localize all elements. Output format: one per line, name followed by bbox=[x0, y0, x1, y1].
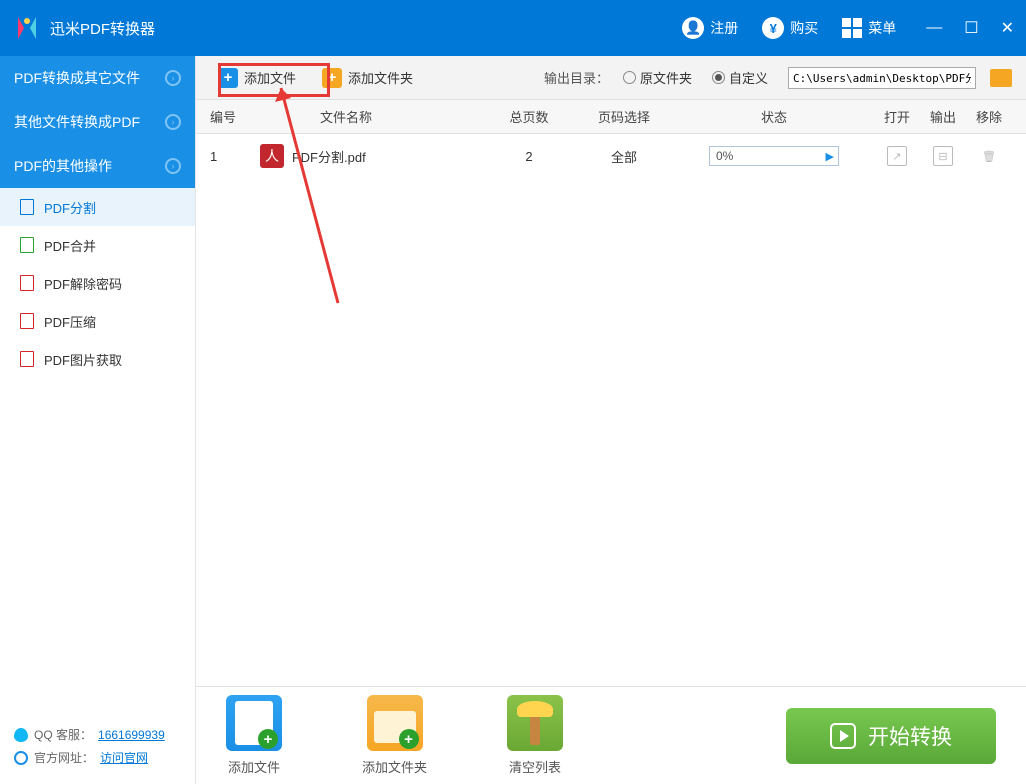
pdf-icon bbox=[20, 199, 34, 215]
radio-icon bbox=[623, 71, 636, 84]
qq-label: QQ 客服： bbox=[34, 726, 92, 743]
col-head-pages: 总页数 bbox=[484, 107, 574, 126]
radio-original-folder[interactable]: 原文件夹 bbox=[623, 68, 692, 87]
qq-icon bbox=[14, 728, 28, 742]
col-head-range: 页码选择 bbox=[574, 107, 674, 126]
col-head-open: 打开 bbox=[874, 107, 920, 126]
col-head-del: 移除 bbox=[966, 107, 1012, 126]
radio-custom-folder[interactable]: 自定义 bbox=[712, 68, 768, 87]
radio-label: 自定义 bbox=[729, 68, 768, 87]
register-label: 注册 bbox=[710, 18, 738, 38]
output-dir-label: 输出目录： bbox=[544, 68, 609, 87]
qq-number-link[interactable]: 1661699939 bbox=[98, 728, 165, 742]
toolbar: + 添加文件 + 添加文件夹 输出目录： 原文件夹 自定义 bbox=[196, 56, 1026, 100]
minimize-button[interactable]: — bbox=[926, 19, 942, 37]
browser-icon bbox=[14, 751, 28, 765]
add-folder-label: 添加文件夹 bbox=[348, 68, 413, 87]
titlebar: 迅米PDF转换器 👤 注册 ¥ 购买 菜单 — ☐ ✕ bbox=[0, 0, 1026, 56]
sidebar-category-other-ops[interactable]: PDF的其他操作 › bbox=[0, 144, 195, 188]
sidebar-item-label: PDF合并 bbox=[44, 236, 96, 255]
broom-icon bbox=[507, 695, 563, 751]
sidebar-item-extract-images[interactable]: PDF图片获取 bbox=[0, 340, 195, 378]
progress-text: 0% bbox=[710, 149, 733, 163]
pdf-icon bbox=[20, 313, 34, 329]
pdf-icon bbox=[20, 351, 34, 367]
category-label: PDF的其他操作 bbox=[14, 156, 112, 176]
table-header: 编号 文件名称 总页数 页码选择 状态 打开 输出 移除 bbox=[196, 100, 1026, 134]
site-label: 官方网址： bbox=[34, 749, 94, 766]
col-head-status: 状态 bbox=[674, 107, 874, 126]
col-head-num: 编号 bbox=[210, 107, 250, 126]
big-btn-label: 添加文件 bbox=[228, 757, 280, 776]
bottom-clear-button[interactable]: 清空列表 bbox=[507, 695, 563, 776]
sidebar: PDF转换成其它文件 › 其他文件转换成PDF › PDF的其他操作 › PDF… bbox=[0, 56, 196, 784]
big-btn-label: 清空列表 bbox=[509, 757, 561, 776]
pdf-icon bbox=[20, 275, 34, 291]
progress-bar[interactable]: 0% ▶ bbox=[709, 146, 839, 166]
buy-label: 购买 bbox=[790, 18, 818, 38]
yen-icon: ¥ bbox=[762, 17, 784, 39]
register-button[interactable]: 👤 注册 bbox=[670, 0, 750, 56]
browse-folder-button[interactable] bbox=[990, 69, 1012, 87]
sidebar-category-convert-from[interactable]: 其他文件转换成PDF › bbox=[0, 100, 195, 144]
big-btn-label: 添加文件夹 bbox=[362, 757, 427, 776]
bottom-add-folder-button[interactable]: 添加文件夹 bbox=[362, 695, 427, 776]
row-range[interactable]: 全部 bbox=[574, 147, 674, 166]
pdf-icon bbox=[20, 237, 34, 253]
delete-button[interactable]: 🗑 bbox=[979, 146, 999, 166]
category-label: PDF转换成其它文件 bbox=[14, 68, 140, 88]
sidebar-item-label: PDF压缩 bbox=[44, 312, 96, 331]
row-pages: 2 bbox=[484, 149, 574, 164]
user-icon: 👤 bbox=[682, 17, 704, 39]
open-button[interactable]: ↗ bbox=[887, 146, 907, 166]
row-num: 1 bbox=[210, 149, 250, 164]
start-convert-button[interactable]: 开始转换 bbox=[786, 708, 996, 764]
add-file-button[interactable]: + 添加文件 bbox=[210, 64, 304, 92]
play-icon: ▶ bbox=[820, 150, 834, 163]
main-area: + 添加文件 + 添加文件夹 输出目录： 原文件夹 自定义 编号 文件名称 bbox=[196, 56, 1026, 784]
bottom-bar: 添加文件 添加文件夹 清空列表 开始转换 bbox=[196, 686, 1026, 784]
plus-icon: + bbox=[218, 68, 238, 88]
menu-button[interactable]: 菜单 bbox=[830, 0, 908, 56]
add-file-label: 添加文件 bbox=[244, 68, 296, 87]
official-site-link[interactable]: 访问官网 bbox=[100, 749, 148, 766]
category-label: 其他文件转换成PDF bbox=[14, 112, 140, 132]
radio-icon bbox=[712, 71, 725, 84]
window-controls: — ☐ ✕ bbox=[926, 18, 1014, 38]
output-button[interactable]: ⊟ bbox=[933, 146, 953, 166]
buy-button[interactable]: ¥ 购买 bbox=[750, 0, 830, 56]
sidebar-item-label: PDF图片获取 bbox=[44, 350, 122, 369]
chevron-right-icon: › bbox=[165, 158, 181, 174]
chevron-right-icon: › bbox=[165, 70, 181, 86]
sidebar-item-compress[interactable]: PDF压缩 bbox=[0, 302, 195, 340]
sidebar-item-unlock[interactable]: PDF解除密码 bbox=[0, 264, 195, 302]
add-folder-button[interactable]: + 添加文件夹 bbox=[314, 64, 421, 92]
sidebar-item-split[interactable]: PDF分割 bbox=[0, 188, 195, 226]
pdf-file-icon bbox=[260, 144, 284, 168]
table-row[interactable]: 1 PDF分割.pdf 2 全部 0% ▶ ↗ ⊟ 🗑 bbox=[196, 134, 1026, 178]
start-label: 开始转换 bbox=[868, 721, 952, 751]
radio-label: 原文件夹 bbox=[640, 68, 692, 87]
sidebar-item-label: PDF分割 bbox=[44, 198, 96, 217]
maximize-button[interactable]: ☐ bbox=[964, 18, 978, 38]
app-title: 迅米PDF转换器 bbox=[50, 18, 670, 39]
sidebar-footer: QQ 客服： 1661699939 官方网址： 访问官网 bbox=[0, 714, 195, 784]
file-name: PDF分割.pdf bbox=[292, 147, 366, 166]
sidebar-item-merge[interactable]: PDF合并 bbox=[0, 226, 195, 264]
app-logo bbox=[12, 13, 42, 43]
col-head-name: 文件名称 bbox=[250, 107, 484, 126]
sidebar-category-convert-to[interactable]: PDF转换成其它文件 › bbox=[0, 56, 195, 100]
add-file-icon bbox=[226, 695, 282, 751]
col-head-out: 输出 bbox=[920, 107, 966, 126]
play-icon bbox=[830, 723, 856, 749]
sidebar-item-label: PDF解除密码 bbox=[44, 274, 122, 293]
close-button[interactable]: ✕ bbox=[1001, 18, 1014, 38]
output-path-input[interactable] bbox=[788, 67, 976, 89]
chevron-right-icon: › bbox=[165, 114, 181, 130]
add-folder-icon bbox=[367, 695, 423, 751]
bottom-add-file-button[interactable]: 添加文件 bbox=[226, 695, 282, 776]
menu-label: 菜单 bbox=[868, 18, 896, 38]
plus-icon: + bbox=[322, 68, 342, 88]
grid-icon bbox=[842, 18, 862, 38]
